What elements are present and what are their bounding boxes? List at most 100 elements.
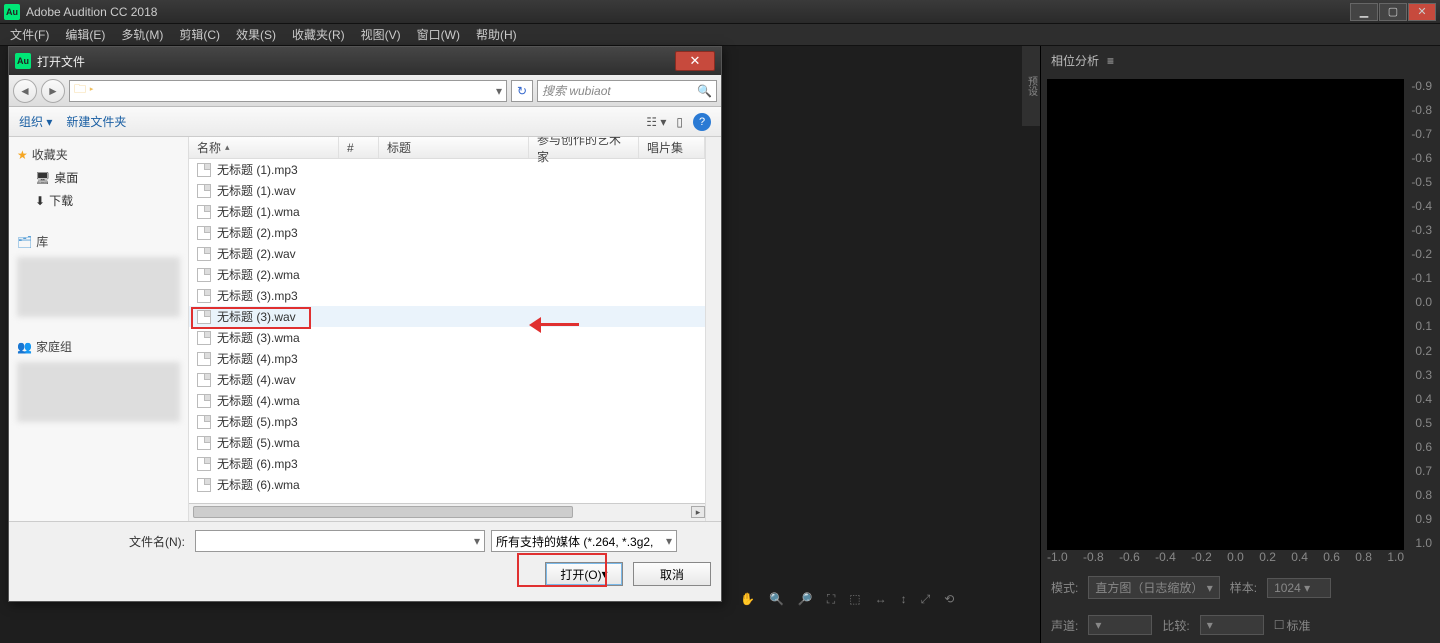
forward-button[interactable]: ► xyxy=(41,79,65,103)
file-icon xyxy=(197,289,211,303)
file-row[interactable]: 无标题 (3).mp3 xyxy=(189,285,705,306)
filename-input[interactable]: ▾ xyxy=(195,530,485,552)
sidebar-desktop[interactable]: 🖥桌面 xyxy=(17,166,180,189)
filetype-select[interactable]: 所有支持的媒体 (*.264, *.3g2,▾ xyxy=(491,530,677,552)
xt: -0.4 xyxy=(1155,550,1176,568)
zoom-in-icon[interactable]: 🔍 xyxy=(769,592,784,607)
sidebar-favorites[interactable]: ★收藏夹 xyxy=(17,143,180,166)
close-button[interactable]: ✕ xyxy=(1408,3,1436,21)
cancel-button[interactable]: 取消 xyxy=(633,562,711,586)
horizontal-scrollbar[interactable]: ▸ xyxy=(189,503,705,521)
search-input[interactable]: 搜索 wubiaot 🔍 xyxy=(537,80,717,102)
chevron-down-icon[interactable]: ▾ xyxy=(496,84,502,98)
zoom-tools: ✋ 🔍 🔎 ⛶ ⬚ ↔ ↕ ⤢ ⟲ xyxy=(740,592,954,607)
menu-favorites[interactable]: 收藏夹(R) xyxy=(284,24,353,45)
menu-window[interactable]: 窗口(W) xyxy=(409,24,468,45)
back-button[interactable]: ◄ xyxy=(13,79,37,103)
vertical-scrollbar[interactable] xyxy=(705,137,721,521)
scroll-right-icon[interactable]: ▸ xyxy=(691,506,705,518)
phase-title: 相位分析 xyxy=(1051,52,1099,69)
file-row[interactable]: 无标题 (1).mp3 xyxy=(189,159,705,180)
channel-select[interactable]: ▾ xyxy=(1088,615,1152,635)
phase-x-axis: -1.0 -0.8 -0.6 -0.4 -0.2 0.0 0.2 0.4 0.6… xyxy=(1047,550,1404,568)
column-title[interactable]: 标题 xyxy=(379,137,529,158)
zoom-full-icon[interactable]: ⤢ xyxy=(921,592,931,607)
search-icon[interactable]: 🔍 xyxy=(697,84,712,98)
column-artist[interactable]: 参与创作的艺术家 xyxy=(529,137,639,158)
zoom-out-h-icon[interactable]: ↕ xyxy=(901,592,907,607)
zoom-sel-icon[interactable]: ⬚ xyxy=(849,592,860,607)
file-row[interactable]: 无标题 (1).wav xyxy=(189,180,705,201)
chevron-down-icon[interactable]: ▾ xyxy=(470,534,484,548)
scrollbar-thumb[interactable] xyxy=(193,506,573,518)
sidebar-library[interactable]: 🗂库 xyxy=(17,230,180,253)
column-album[interactable]: 唱片集 xyxy=(639,137,705,158)
column-number[interactable]: # xyxy=(339,137,379,158)
column-name[interactable]: 名称▴ xyxy=(189,137,339,158)
column-name-label: 名称 xyxy=(197,139,221,156)
open-button[interactable]: 打开(O) ▾ xyxy=(545,562,623,586)
zoom-reset-icon[interactable]: ⟲ xyxy=(944,592,954,607)
sample-value: 1024 xyxy=(1274,581,1301,595)
sidebar-homegroup[interactable]: 👥家庭组 xyxy=(17,335,180,358)
file-row[interactable]: 无标题 (3).wma xyxy=(189,327,705,348)
dialog-title: 打开文件 xyxy=(37,53,85,70)
dialog-footer: 文件名(N): ▾ 所有支持的媒体 (*.264, *.3g2,▾ 打开(O) … xyxy=(9,521,721,601)
file-name: 无标题 (2).wma xyxy=(217,266,300,283)
help-button[interactable]: ? xyxy=(693,113,711,131)
menu-edit[interactable]: 编辑(E) xyxy=(57,24,113,45)
file-row[interactable]: 无标题 (2).wav xyxy=(189,243,705,264)
new-folder-button[interactable]: 新建文件夹 xyxy=(66,113,126,130)
maximize-button[interactable]: ▢ xyxy=(1379,3,1407,21)
phase-menu-icon[interactable]: ≡ xyxy=(1107,54,1114,68)
normalize-checkbox[interactable]: ☐ 标准 xyxy=(1274,617,1311,634)
compare-select[interactable]: ▾ xyxy=(1200,615,1264,635)
dialog-close-button[interactable]: ✕ xyxy=(675,51,715,71)
menu-multitrack[interactable]: 多轨(M) xyxy=(113,24,171,45)
file-row[interactable]: 无标题 (2).wma xyxy=(189,264,705,285)
file-name: 无标题 (3).wav xyxy=(217,308,296,325)
fit-icon[interactable]: ⛶ xyxy=(827,592,835,607)
file-row[interactable]: 无标题 (5).wma xyxy=(189,432,705,453)
file-row[interactable]: 无标题 (5).mp3 xyxy=(189,411,705,432)
sample-select[interactable]: 1024 ▾ xyxy=(1267,578,1331,598)
file-name: 无标题 (5).mp3 xyxy=(217,413,298,430)
yt: 0.9 xyxy=(1406,512,1432,526)
refresh-button[interactable]: ↻ xyxy=(511,80,533,102)
file-icon xyxy=(197,226,211,240)
hand-tool-icon[interactable]: ✋ xyxy=(740,592,755,607)
zoom-out-icon[interactable]: 🔎 xyxy=(798,592,813,607)
mode-select[interactable]: 直方图（日志缩放） ▾ xyxy=(1088,576,1219,599)
view-mode-button[interactable]: ☷ ▾ xyxy=(646,115,666,129)
menu-file[interactable]: 文件(F) xyxy=(2,24,57,45)
file-row[interactable]: 无标题 (3).wav xyxy=(189,306,705,327)
organize-button[interactable]: 组织 ▾ xyxy=(19,113,52,130)
file-row[interactable]: 无标题 (1).wma xyxy=(189,201,705,222)
file-name: 无标题 (3).mp3 xyxy=(217,287,298,304)
blurred-items-2 xyxy=(17,362,180,422)
file-row[interactable]: 无标题 (6).mp3 xyxy=(189,453,705,474)
file-row[interactable]: 无标题 (2).mp3 xyxy=(189,222,705,243)
file-row[interactable]: 无标题 (4).wav xyxy=(189,369,705,390)
preview-pane-button[interactable]: ▯ xyxy=(676,115,683,129)
sidebar-downloads[interactable]: ⬇下载 xyxy=(17,189,180,212)
file-icon xyxy=(197,352,211,366)
phase-chart[interactable] xyxy=(1047,79,1404,550)
zoom-in-h-icon[interactable]: ↔ xyxy=(875,592,887,607)
file-row[interactable]: 无标题 (4).wma xyxy=(189,390,705,411)
menu-help[interactable]: 帮助(H) xyxy=(468,24,525,45)
file-row[interactable]: 无标题 (6).wma xyxy=(189,474,705,495)
dialog-toolbar: 组织 ▾ 新建文件夹 ☷ ▾ ▯ ? xyxy=(9,107,721,137)
file-row[interactable]: 无标题 (4).mp3 xyxy=(189,348,705,369)
filename-label: 文件名(N): xyxy=(129,533,185,550)
preset-strip[interactable]: 预设 xyxy=(1022,46,1040,126)
menu-clip[interactable]: 剪辑(C) xyxy=(171,24,228,45)
menu-effects[interactable]: 效果(S) xyxy=(228,24,284,45)
chevron-down-icon[interactable]: ▾ xyxy=(666,534,672,548)
minimize-button[interactable]: ▁ xyxy=(1350,3,1378,21)
sample-label: 样本: xyxy=(1230,579,1257,596)
menu-view[interactable]: 视图(V) xyxy=(353,24,409,45)
open-file-dialog: Au 打开文件 ✕ ◄ ► 🗀 ▸ ▾ ↻ 搜索 wubiaot 🔍 组织 ▾ … xyxy=(8,46,722,602)
file-icon xyxy=(197,310,211,324)
breadcrumb[interactable]: 🗀 ▸ ▾ xyxy=(69,80,507,102)
